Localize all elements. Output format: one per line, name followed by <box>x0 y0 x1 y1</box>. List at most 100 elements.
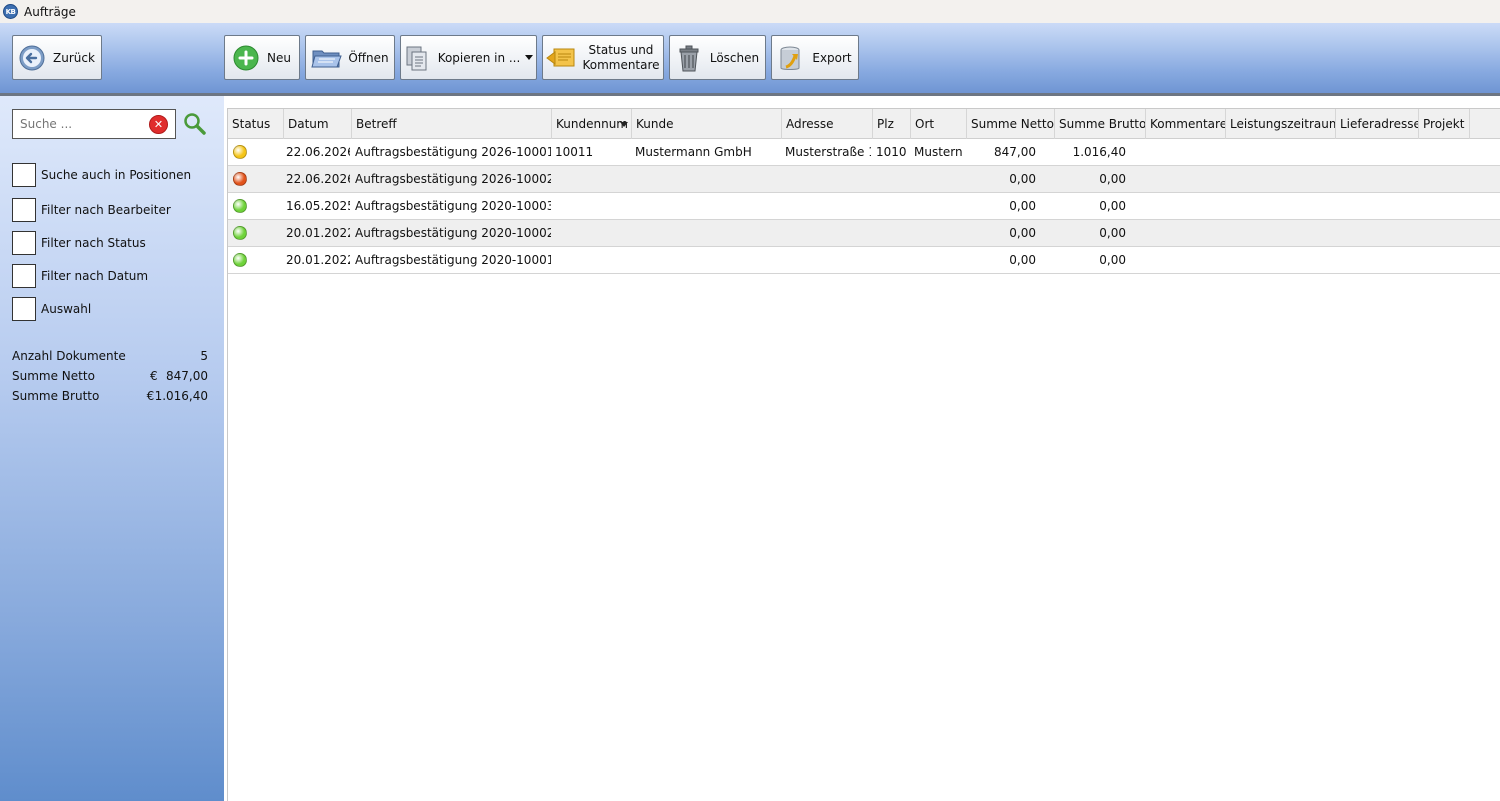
back-label: Zurück <box>53 50 95 65</box>
cell-subject: Auftragsbestätigung 2026-10002 <box>355 172 551 186</box>
cell-sum-gross: 0,00 <box>1099 172 1126 186</box>
cell-date: 20.01.2022 <box>286 226 350 240</box>
checkbox-box[interactable] <box>12 297 36 321</box>
status-label-line2: Kommentare <box>582 57 660 72</box>
stat-netto-value: 847,00 <box>166 369 208 383</box>
stat-brutto-label: Summe Brutto <box>12 389 100 403</box>
checkbox-filter-status[interactable]: Filter nach Status <box>12 231 146 255</box>
table-row[interactable]: 20.01.2022 Auftragsbestätigung 2020-10002… <box>228 220 1500 247</box>
status-dot-icon <box>233 172 247 186</box>
search-box: ✕ <box>12 109 176 139</box>
status-comments-button[interactable]: Status und Kommentare <box>542 35 664 80</box>
export-label: Export <box>812 50 852 65</box>
column-header-customer-number-label: Kundennum <box>556 117 628 131</box>
copy-to-button[interactable]: Kopieren in ... <box>400 35 537 80</box>
cell-customer-number <box>555 247 629 274</box>
cell-sum-gross: 0,00 <box>1099 253 1126 267</box>
trash-icon <box>676 45 702 71</box>
table-header: Status Datum Betreff Kundennum Kunde Adr… <box>228 109 1500 139</box>
column-header-zip[interactable]: Plz <box>873 109 911 139</box>
cell-sum-net: 0,00 <box>1009 199 1036 213</box>
back-button[interactable]: Zurück <box>12 35 102 80</box>
open-button[interactable]: Öffnen <box>305 35 395 80</box>
column-header-city[interactable]: Ort <box>911 109 967 139</box>
new-label: Neu <box>267 50 291 65</box>
stat-count: Anzahl Dokumente 5 <box>12 346 208 366</box>
status-dot-icon <box>233 199 247 213</box>
search-input[interactable] <box>20 117 145 131</box>
sidebar: ✕ Suche auch in Positionen Filter nach B… <box>0 96 224 801</box>
cell-zip <box>876 220 910 247</box>
cell-zip: 1010 <box>876 145 907 159</box>
cell-address <box>785 193 871 220</box>
cell-sum-net: 0,00 <box>1009 172 1036 186</box>
cell-customer <box>635 193 779 220</box>
search-icon[interactable] <box>183 112 207 136</box>
copy-documents-icon <box>404 45 430 71</box>
status-dot-icon <box>233 226 247 240</box>
column-header-customer-number[interactable]: Kundennum <box>552 109 632 139</box>
status-comments-label: Status und Kommentare <box>582 43 659 73</box>
checkbox-search-positions[interactable]: Suche auch in Positionen <box>12 163 191 187</box>
copy-to-label: Kopieren in ... <box>437 50 521 65</box>
cell-sum-net: 0,00 <box>1009 226 1036 240</box>
checkbox-label: Auswahl <box>41 302 92 316</box>
column-header-address[interactable]: Adresse <box>782 109 873 139</box>
checkbox-selection[interactable]: Auswahl <box>12 297 91 321</box>
column-header-delivery-address[interactable]: Lieferadresse <box>1336 109 1419 139</box>
toolbar: Zurück Neu Öffnen Kopieren in ... Status… <box>0 23 1500 96</box>
chevron-down-icon <box>525 55 534 60</box>
column-header-status[interactable]: Status <box>228 109 284 139</box>
cell-subject: Auftragsbestätigung 2020-10001 <box>355 253 551 267</box>
column-header-customer[interactable]: Kunde <box>632 109 782 139</box>
table-row[interactable]: 16.05.2025 Auftragsbestätigung 2020-10003… <box>228 193 1500 220</box>
cell-date: 20.01.2022 <box>286 253 350 267</box>
cell-sum-gross: 0,00 <box>1099 199 1126 213</box>
clear-search-icon[interactable]: ✕ <box>149 115 168 134</box>
window-title: Aufträge <box>24 4 76 19</box>
table-body: 22.06.2026 Auftragsbestätigung 2026-10001… <box>228 139 1500 274</box>
column-header-service-period[interactable]: Leistungszeitraum <box>1226 109 1336 139</box>
cell-customer <box>635 220 779 247</box>
cell-subject: Auftragsbestätigung 2026-10001 <box>355 145 551 159</box>
cell-sum-gross: 0,00 <box>1099 226 1126 240</box>
column-header-sum-net[interactable]: Summe Netto <box>967 109 1055 139</box>
checkbox-label: Filter nach Bearbeiter <box>41 203 171 217</box>
table-row[interactable]: 20.01.2022 Auftragsbestätigung 2020-10001… <box>228 247 1500 274</box>
app-logo-icon: KB <box>3 4 18 19</box>
cell-address <box>785 166 871 193</box>
cell-address: Musterstraße 1 <box>785 145 871 159</box>
checkbox-filter-date[interactable]: Filter nach Datum <box>12 264 148 288</box>
checkbox-box[interactable] <box>12 264 36 288</box>
orders-table: Status Datum Betreff Kundennum Kunde Adr… <box>227 108 1500 801</box>
stat-count-label: Anzahl Dokumente <box>12 349 126 363</box>
checkbox-box[interactable] <box>12 163 36 187</box>
delete-button[interactable]: Löschen <box>669 35 766 80</box>
open-label: Öffnen <box>348 50 389 65</box>
status-label-line1: Status und <box>588 42 654 57</box>
cell-customer <box>635 166 779 193</box>
checkbox-box[interactable] <box>12 231 36 255</box>
stat-netto-currency: € <box>150 369 158 383</box>
column-header-subject[interactable]: Betreff <box>352 109 552 139</box>
sort-caret-icon <box>620 122 628 127</box>
table-row[interactable]: 22.06.2026 Auftragsbestätigung 2026-10001… <box>228 139 1500 166</box>
title-bar: KB Aufträge <box>0 0 1500 23</box>
cell-customer-number <box>555 220 629 247</box>
comment-arrow-icon <box>546 45 576 71</box>
checkbox-filter-editor[interactable]: Filter nach Bearbeiter <box>12 198 171 222</box>
cell-date: 22.06.2026 <box>286 145 350 159</box>
new-button[interactable]: Neu <box>224 35 300 80</box>
stat-brutto-currency: € <box>146 389 155 403</box>
stat-count-value: 5 <box>200 349 208 363</box>
plus-icon <box>233 45 259 71</box>
column-header-sum-gross[interactable]: Summe Brutto <box>1055 109 1146 139</box>
column-header-project[interactable]: Projekt <box>1419 109 1470 139</box>
checkbox-box[interactable] <box>12 198 36 222</box>
column-header-date[interactable]: Datum <box>284 109 352 139</box>
export-button[interactable]: Export <box>771 35 859 80</box>
checkbox-label: Filter nach Status <box>41 236 146 250</box>
table-row[interactable]: 22.06.2026 Auftragsbestätigung 2026-10002… <box>228 166 1500 193</box>
cell-city <box>914 247 966 274</box>
column-header-comments[interactable]: Kommentare <box>1146 109 1226 139</box>
